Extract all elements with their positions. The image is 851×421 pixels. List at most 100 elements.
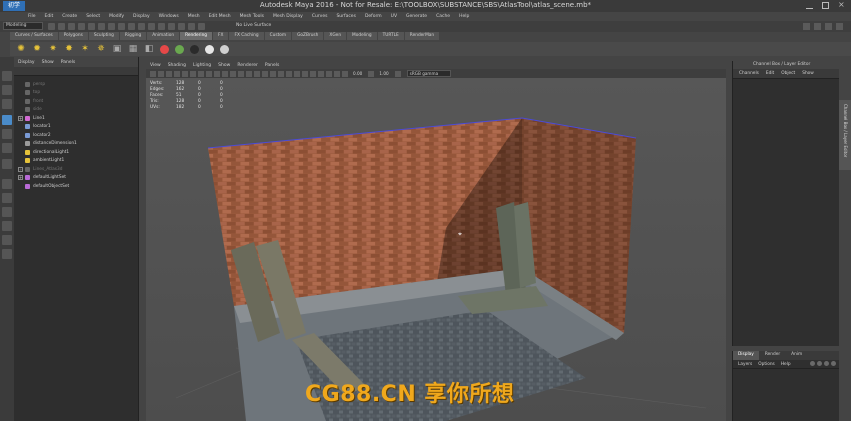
viewport-menu-shading[interactable]: Shading (168, 63, 186, 68)
attribute-editor-icon[interactable] (814, 23, 821, 30)
menu-display[interactable]: Display (133, 14, 150, 19)
backface-icon[interactable] (334, 70, 340, 77)
directional-light-icon[interactable]: ✹ (32, 44, 42, 54)
exposure-icon[interactable] (342, 70, 348, 77)
snap-curve-icon[interactable] (138, 23, 145, 30)
tab-renderman[interactable]: RenderMan (404, 32, 440, 40)
outliner-item[interactable]: + defaultLightSet (18, 174, 138, 183)
viewport-menu-view[interactable]: View (150, 63, 161, 68)
menu-set-dropdown[interactable]: Modeling (3, 22, 43, 30)
motion-blur-icon[interactable] (286, 70, 292, 77)
menu-modify[interactable]: Modify (109, 14, 124, 19)
outliner-menu-show[interactable]: Show (42, 60, 54, 65)
menu-uv[interactable]: UV (391, 14, 397, 19)
tab-xgen[interactable]: XGen (324, 32, 347, 40)
select-component-icon[interactable] (118, 23, 125, 30)
menu-mesh-display[interactable]: Mesh Display (273, 14, 303, 19)
outliner-item[interactable]: locator2 (18, 131, 138, 140)
snap-surface-icon[interactable] (158, 23, 165, 30)
undo-icon[interactable] (78, 23, 85, 30)
field-chart-icon[interactable] (206, 70, 212, 77)
menu-mesh[interactable]: Mesh (188, 14, 200, 19)
wireframe-on-shaded-icon[interactable] (246, 70, 252, 77)
close-button[interactable]: × (838, 1, 845, 9)
image-plane-icon[interactable] (166, 70, 172, 77)
channel-menu-show[interactable]: Show (802, 71, 814, 76)
surface-shader-icon[interactable] (205, 44, 214, 54)
snap-grid-icon[interactable] (128, 23, 135, 30)
xray-joints-icon[interactable] (326, 70, 332, 77)
exposure-field[interactable]: 0.00 (353, 71, 362, 76)
grid-icon[interactable] (174, 70, 180, 77)
camera-attributes-icon[interactable] (150, 70, 156, 77)
menu-mesh-tools[interactable]: Mesh Tools (240, 14, 264, 19)
smooth-shade-icon[interactable] (238, 70, 244, 77)
save-scene-icon[interactable] (68, 23, 75, 30)
safe-title-icon[interactable] (222, 70, 228, 77)
ambient-occlusion-icon[interactable] (278, 70, 284, 77)
outliner-item[interactable]: directionalLight1 (18, 148, 138, 157)
depth-of-field-icon[interactable] (302, 70, 308, 77)
area-light-icon[interactable]: ✶ (80, 44, 90, 54)
isolate-select-icon[interactable] (310, 70, 316, 77)
move-layer-down-icon[interactable] (817, 361, 822, 366)
new-empty-layer-icon[interactable] (824, 361, 829, 366)
viewport-menu-lighting[interactable]: Lighting (193, 63, 211, 68)
layer-menu-options[interactable]: Options (758, 362, 775, 367)
blinn-icon[interactable] (175, 44, 184, 54)
redo-icon[interactable] (88, 23, 95, 30)
shadows-icon[interactable] (270, 70, 276, 77)
menu-edit-mesh[interactable]: Edit Mesh (209, 14, 231, 19)
phong-icon[interactable] (190, 44, 199, 54)
hypershade-icon[interactable]: ◧ (144, 44, 154, 54)
render-icon[interactable] (178, 23, 185, 30)
menu-surfaces[interactable]: Surfaces (336, 14, 356, 19)
menu-edit[interactable]: Edit (45, 14, 54, 19)
channel-menu-channels[interactable]: Channels (739, 71, 759, 76)
move-layer-up-icon[interactable] (810, 361, 815, 366)
outliner-item[interactable]: + Lines_Atlas3d (18, 165, 138, 174)
color-management-icon[interactable] (394, 70, 401, 77)
outliner-item[interactable]: front (18, 97, 138, 106)
menu-help[interactable]: Help (459, 14, 469, 19)
layout-four-icon[interactable] (2, 193, 12, 203)
tool-settings-icon[interactable] (825, 23, 832, 30)
tab-polygons[interactable]: Polygons (58, 32, 88, 40)
volume-light-icon[interactable]: ✵ (96, 44, 106, 54)
viewport-menu-panels[interactable]: Panels (265, 63, 279, 68)
layer-menu-layers[interactable]: Layers (738, 362, 752, 367)
camera-icon[interactable]: ▣ (112, 44, 122, 54)
layout-graph-icon[interactable] (2, 235, 12, 245)
use-lights-icon[interactable] (262, 70, 268, 77)
anisotropic-icon[interactable] (220, 44, 229, 54)
menu-file[interactable]: File (28, 14, 36, 19)
outliner-menu-display[interactable]: Display (18, 60, 35, 65)
outliner-item[interactable]: + Line1 (18, 114, 138, 123)
tab-curves-surfaces[interactable]: Curves / Surfaces (10, 32, 58, 40)
menu-deform[interactable]: Deform (365, 14, 382, 19)
gamma-icon[interactable] (368, 70, 375, 77)
tab-render-layers[interactable]: Render (760, 351, 785, 360)
paint-select-icon[interactable] (2, 99, 12, 109)
tab-sculpting[interactable]: Sculpting (88, 32, 119, 40)
menu-cache[interactable]: Cache (436, 14, 450, 19)
menu-generate[interactable]: Generate (406, 14, 427, 19)
lasso-tool-icon[interactable] (2, 85, 12, 95)
channel-menu-edit[interactable]: Edit (766, 71, 774, 76)
film-gate-icon[interactable] (182, 70, 188, 77)
snap-point-icon[interactable] (148, 23, 155, 30)
spot-light-icon[interactable]: ✸ (64, 44, 74, 54)
render-view-icon[interactable]: ▦ (128, 44, 138, 54)
live-surface-label[interactable]: No Live Surface (236, 23, 271, 28)
expand-icon[interactable]: + (18, 166, 23, 172)
tab-rigging[interactable]: Rigging (119, 32, 147, 40)
move-tool-icon[interactable] (2, 115, 12, 125)
render-settings-icon[interactable] (198, 23, 205, 30)
wireframe-icon[interactable] (230, 70, 236, 77)
channel-menu-object[interactable]: Object (781, 71, 795, 76)
tab-custom[interactable]: Custom (264, 32, 292, 40)
layout-side-icon[interactable] (2, 207, 12, 217)
outliner-item[interactable]: ambientLight1 (18, 157, 138, 166)
minimize-button[interactable] (806, 2, 813, 9)
layer-menu-help[interactable]: Help (781, 362, 791, 367)
